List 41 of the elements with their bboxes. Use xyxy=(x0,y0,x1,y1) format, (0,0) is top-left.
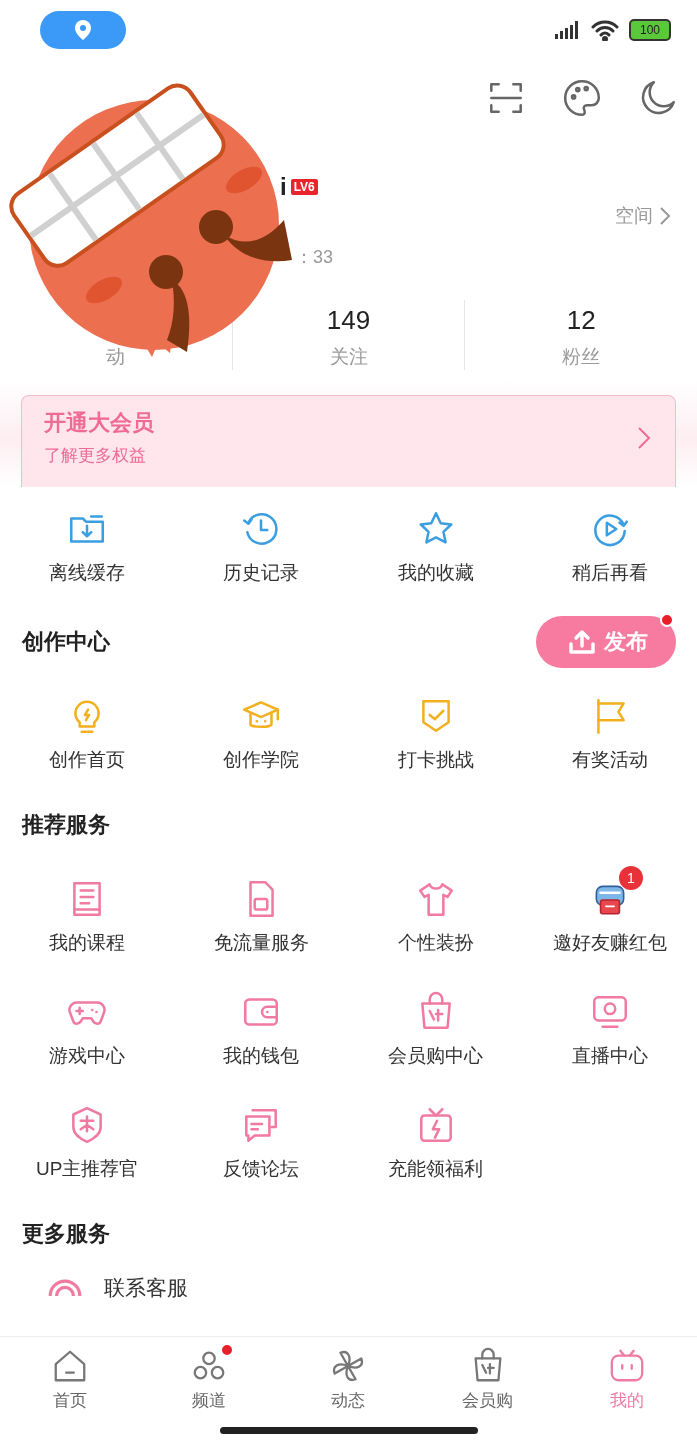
menu-item[interactable]: 稍后再看 xyxy=(522,487,697,607)
menu-item[interactable]: 我的课程 xyxy=(0,860,175,973)
menu-item[interactable]: 创作首页 xyxy=(0,677,175,790)
menu-item[interactable]: 会员购中心 xyxy=(348,973,523,1086)
menu-item[interactable]: 游戏中心 xyxy=(0,973,175,1086)
service-row[interactable]: 联系客服 xyxy=(0,1269,697,1307)
menu-item[interactable]: 我的钱包 xyxy=(174,973,349,1086)
tab-item[interactable]: 首页 xyxy=(0,1337,140,1421)
stat-item[interactable]: 12 粉丝 xyxy=(562,305,601,370)
upload-icon xyxy=(568,629,596,655)
menu-item[interactable]: 打卡挑战 xyxy=(348,677,523,790)
coin-count: ：33 xyxy=(295,246,334,269)
menu-item[interactable]: 有奖活动 xyxy=(522,677,697,790)
battery-level: 100 xyxy=(629,19,671,41)
tab-item[interactable]: 动态 xyxy=(278,1337,419,1421)
menu-item[interactable]: 离线缓存 xyxy=(0,487,175,607)
wifi-icon xyxy=(591,19,619,41)
menu-item[interactable]: 1 邀好友赚红包 xyxy=(522,860,697,973)
section-title: 创作中心 xyxy=(22,628,110,656)
section-title: 推荐服务 xyxy=(22,811,110,839)
chevron-right-icon xyxy=(637,425,651,450)
menu-item[interactable]: 反馈论坛 xyxy=(174,1086,349,1199)
signal-icon xyxy=(555,21,581,39)
menu-item[interactable]: 充能领福利 xyxy=(348,1086,523,1199)
menu-item[interactable]: UP主推荐官 xyxy=(0,1086,175,1199)
section-title: 更多服务 xyxy=(22,1220,110,1248)
level-badge: LV6 xyxy=(290,179,318,195)
count-badge: 1 xyxy=(618,865,643,890)
chevron-right-icon xyxy=(659,206,671,226)
menu-item[interactable]: 直播中心 xyxy=(522,973,697,1086)
tab-item[interactable]: 频道 xyxy=(139,1337,279,1421)
location-button[interactable] xyxy=(40,11,126,49)
menu-item[interactable]: 免流量服务 xyxy=(174,860,349,973)
menu-item[interactable]: 个性装扮 xyxy=(348,860,523,973)
username: i xyxy=(280,173,287,201)
stat-item[interactable]: 149 关注 xyxy=(326,305,371,370)
menu-item[interactable]: 我的收藏 xyxy=(348,487,523,607)
tab-item[interactable]: 会员购 xyxy=(418,1337,558,1421)
menu-item[interactable]: 创作学院 xyxy=(174,677,349,790)
location-pin-icon xyxy=(75,20,91,40)
menu-item[interactable]: 历史记录 xyxy=(174,487,349,607)
